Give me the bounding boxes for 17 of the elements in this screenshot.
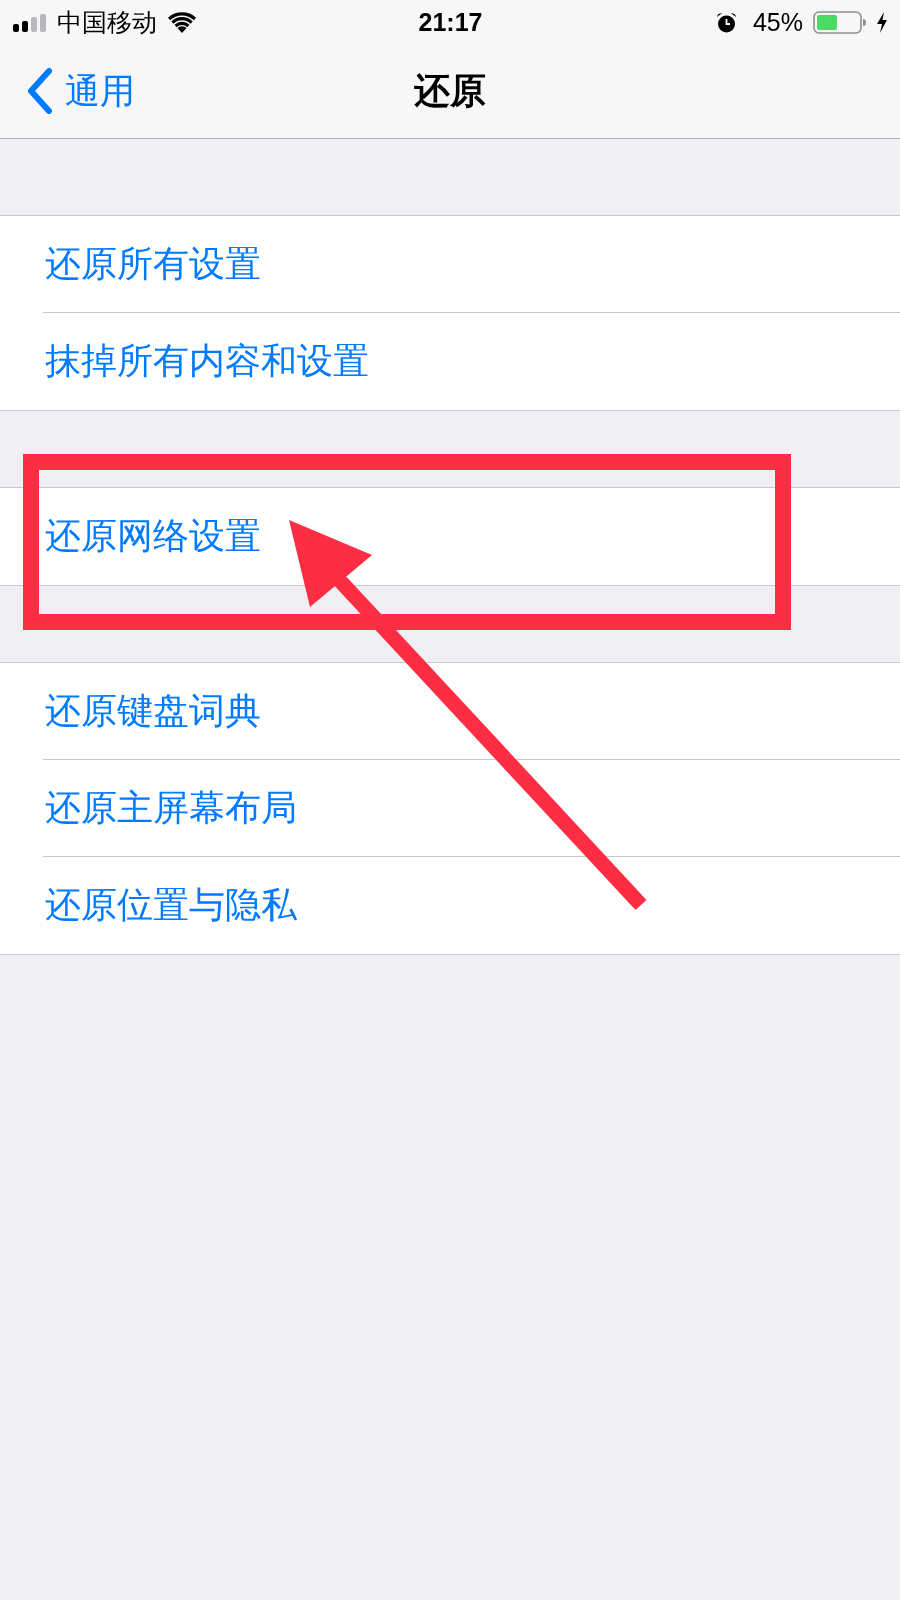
settings-row[interactable]: 还原所有设置 (0, 216, 900, 313)
clock-time: 21:17 (418, 10, 483, 35)
back-button[interactable]: 通用 (27, 67, 135, 114)
wifi-icon (167, 12, 197, 33)
settings-row[interactable]: 还原键盘词典 (0, 663, 900, 760)
battery-icon (813, 11, 866, 34)
page-title: 还原 (414, 68, 486, 113)
settings-row[interactable]: 还原网络设置 (0, 488, 900, 585)
chevron-left-icon (27, 67, 53, 114)
battery-percentage: 45% (752, 10, 803, 35)
settings-row[interactable]: 抹掉所有内容和设置 (0, 313, 900, 410)
charging-bolt-icon (876, 12, 888, 33)
carrier-name: 中国移动 (57, 10, 157, 35)
settings-row[interactable]: 还原主屏幕布局 (0, 760, 900, 857)
settings-row[interactable]: 还原位置与隐私 (0, 857, 900, 954)
signal-bars-icon (13, 13, 47, 32)
alarm-clock-icon (715, 12, 737, 33)
